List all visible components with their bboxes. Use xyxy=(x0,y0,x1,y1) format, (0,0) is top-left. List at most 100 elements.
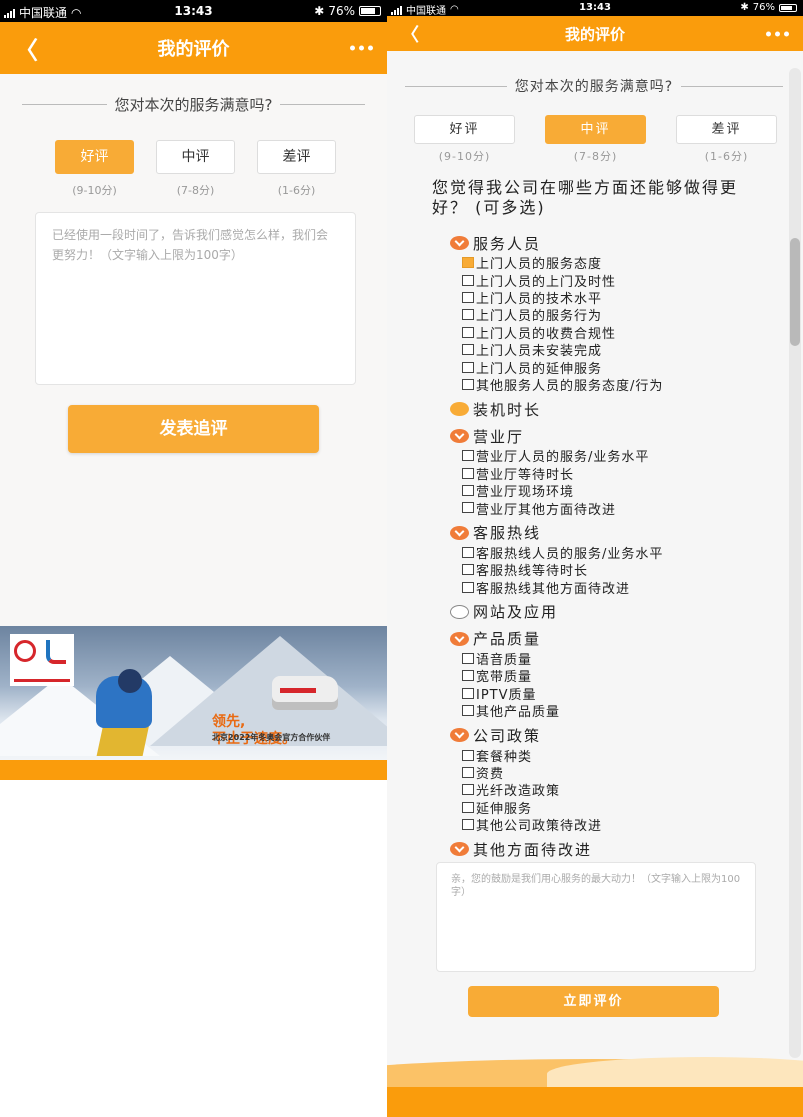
checkbox-icon[interactable] xyxy=(462,687,474,699)
option-item[interactable]: IPTV质量 xyxy=(450,685,770,703)
nav-bar: 〈 我的评价 xyxy=(387,16,803,51)
option-item[interactable]: 上门人员未安装完成 xyxy=(450,341,770,360)
checkbox-icon[interactable] xyxy=(462,546,474,558)
option-item[interactable]: 营业厅人员的服务/业务水平 xyxy=(450,447,770,465)
group-header[interactable]: 网站及应用 xyxy=(450,601,770,623)
option-item[interactable]: 营业厅等待时长 xyxy=(450,465,770,483)
battery-percent: 76% xyxy=(328,4,355,18)
checkbox-icon[interactable] xyxy=(462,581,474,593)
option-label: 上门人员未安装完成 xyxy=(476,344,603,360)
radio-selected-icon xyxy=(450,402,469,417)
group-header[interactable]: 产品质量 xyxy=(450,628,770,650)
checkbox-icon[interactable] xyxy=(462,326,474,338)
prompt-text: 您对本次的服务满意吗? xyxy=(514,79,674,95)
checkbox-icon[interactable] xyxy=(462,705,474,717)
checkbox-icon[interactable] xyxy=(462,291,474,303)
option-label: 语音质量 xyxy=(476,653,533,669)
car-image xyxy=(272,676,338,710)
checkbox-icon[interactable] xyxy=(462,653,474,665)
checkbox-icon[interactable] xyxy=(462,344,474,356)
option-item[interactable]: 营业厅其他方面待改进 xyxy=(450,499,770,518)
option-item[interactable]: 上门人员的服务态度 xyxy=(450,254,770,273)
rating-range: (9-10分) xyxy=(438,150,491,163)
page-title: 我的评价 xyxy=(157,39,230,60)
slogan-line-1: 领先, xyxy=(212,714,246,730)
more-icon[interactable] xyxy=(766,31,789,36)
ad-banner[interactable]: 领先, 不止于速度。 北京2022年冬奥会官方合作伙伴 xyxy=(0,626,387,760)
status-bar: 中国联通 ◠ 13:43 ✱ 76% xyxy=(387,0,803,17)
screen-left: 中国联通 ◠ 13:43 ✱ 76% 〈 我的评价 您对本次的服务满意吗? 好评… xyxy=(0,0,387,1117)
option-label: 上门人员的技术水平 xyxy=(476,291,603,307)
checkbox-icon[interactable] xyxy=(462,564,474,576)
option-item[interactable]: 客服热线等待时长 xyxy=(450,561,770,579)
rating-medium: 中评 (7-8分) xyxy=(156,140,235,198)
checkbox-icon[interactable] xyxy=(462,450,474,462)
checkbox-icon[interactable] xyxy=(462,670,474,682)
submit-followup-button[interactable]: 发表追评 xyxy=(68,405,319,453)
rating-good-button[interactable]: 好评 xyxy=(414,115,515,144)
group-header[interactable]: 客服热线 xyxy=(450,522,770,544)
option-item[interactable]: 其他公司政策待改进 xyxy=(450,816,770,835)
option-item[interactable]: 延伸服务 xyxy=(450,799,770,817)
checkbox-icon[interactable] xyxy=(462,309,474,321)
option-label: 上门人员的延伸服务 xyxy=(476,361,603,377)
battery-percent: 76% xyxy=(752,2,775,13)
group-title: 服务人员 xyxy=(473,234,542,253)
status-bar: 中国联通 ◠ 13:43 ✱ 76% xyxy=(0,0,387,22)
battery-icon xyxy=(359,6,381,16)
option-item[interactable]: 上门人员的延伸服务 xyxy=(450,358,770,377)
checkbox-icon[interactable] xyxy=(462,485,474,497)
comment-textarea[interactable]: 已经使用一段时间了，告诉我们感觉怎么样，我们会更努力！（文字输入上限为100字） xyxy=(35,212,356,385)
option-item[interactable]: 上门人员的收费合规性 xyxy=(450,324,770,342)
rating-bad-button[interactable]: 差评 xyxy=(676,115,777,144)
option-item[interactable]: 上门人员的上门及时性 xyxy=(450,271,770,290)
submit-review-button[interactable]: 立即评价 xyxy=(468,986,719,1017)
more-icon[interactable] xyxy=(350,45,373,51)
footer-wave xyxy=(387,1057,803,1117)
checkbox-icon[interactable] xyxy=(462,784,474,796)
checkbox-checked-icon[interactable] xyxy=(462,257,474,269)
option-item[interactable]: 其他产品质量 xyxy=(450,702,770,720)
option-item[interactable]: 客服热线其他方面待改进 xyxy=(450,578,770,597)
rating-medium-button[interactable]: 中评 xyxy=(545,115,646,144)
option-item[interactable]: 上门人员的服务行为 xyxy=(450,306,770,324)
rating-medium-button[interactable]: 中评 xyxy=(156,140,235,174)
checkbox-icon[interactable] xyxy=(462,467,474,479)
option-item[interactable]: 宽带质量 xyxy=(450,667,770,685)
option-label: 其他公司政策待改进 xyxy=(476,819,603,835)
group-header[interactable]: 公司政策 xyxy=(450,724,770,746)
bluetooth-icon: ✱ xyxy=(740,2,749,13)
comment-textarea[interactable]: 亲，您的鼓励是我们用心服务的最大动力！（文字输入上限为100字） xyxy=(436,862,756,972)
option-item[interactable]: 语音质量 xyxy=(450,650,770,669)
chevron-down-icon xyxy=(450,236,469,250)
option-label: IPTV质量 xyxy=(476,687,537,703)
group-header[interactable]: 其他方面待改进 xyxy=(450,838,770,860)
option-item[interactable]: 上门人员的技术水平 xyxy=(450,289,770,307)
option-item[interactable]: 其他服务人员的服务态度/行为 xyxy=(450,376,770,394)
bluetooth-icon: ✱ xyxy=(314,4,325,18)
option-item[interactable]: 套餐种类 xyxy=(450,746,770,765)
checkbox-icon[interactable] xyxy=(462,819,474,831)
satisfaction-prompt: 您对本次的服务满意吗? xyxy=(405,76,783,96)
group-header[interactable]: 服务人员 xyxy=(450,232,770,254)
option-item[interactable]: 客服热线人员的服务/业务水平 xyxy=(450,544,770,562)
checkbox-icon[interactable] xyxy=(462,378,474,390)
checkbox-icon[interactable] xyxy=(462,801,474,813)
chevron-down-icon xyxy=(450,631,469,646)
option-item[interactable]: 营业厅现场环境 xyxy=(450,482,770,500)
rating-good-button[interactable]: 好评 xyxy=(55,140,134,174)
option-label: 上门人员的服务态度 xyxy=(476,257,603,273)
option-item[interactable]: 资费 xyxy=(450,764,770,782)
scrollbar-thumb[interactable] xyxy=(790,238,800,346)
group-header[interactable]: 装机时长 xyxy=(450,398,770,420)
checkbox-icon[interactable] xyxy=(462,749,474,761)
option-item[interactable]: 光纤改造政策 xyxy=(450,781,770,799)
checkbox-icon[interactable] xyxy=(462,361,474,373)
checkbox-icon[interactable] xyxy=(462,274,474,286)
checkbox-icon[interactable] xyxy=(462,502,474,514)
group-header[interactable]: 营业厅 xyxy=(450,425,770,447)
rating-range: (7-8分) xyxy=(573,150,618,163)
scrollbar[interactable] xyxy=(789,68,801,1058)
rating-bad-button[interactable]: 差评 xyxy=(257,140,336,174)
checkbox-icon[interactable] xyxy=(462,767,474,778)
